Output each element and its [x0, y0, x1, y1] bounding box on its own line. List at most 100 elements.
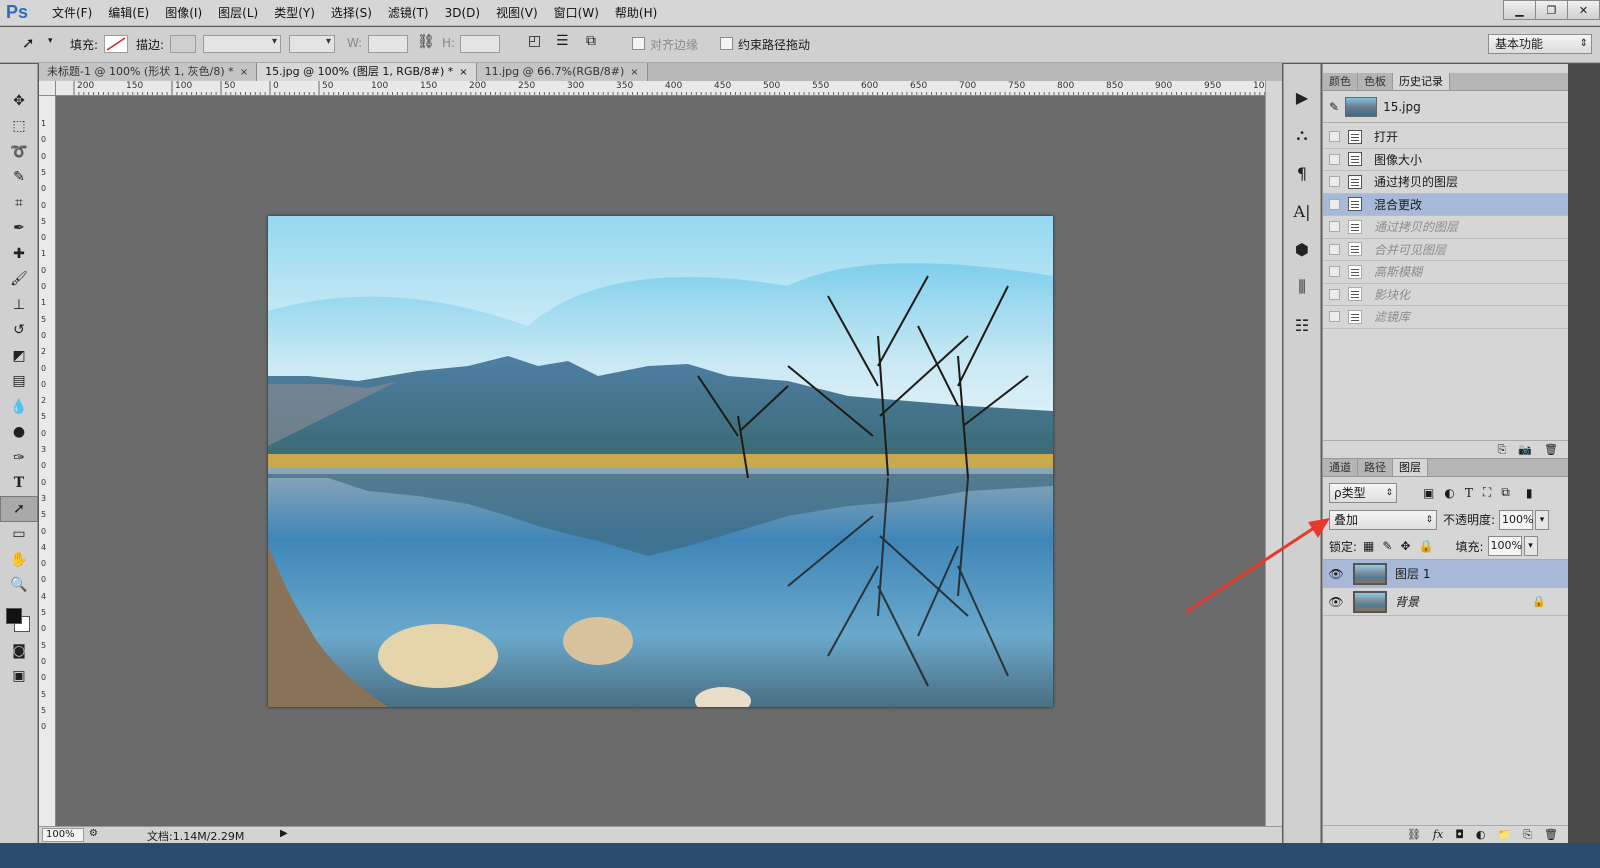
doc-tab-11jpg[interactable]: 11.jpg @ 66.7%(RGB/8#) ×: [476, 63, 648, 81]
lock-image-icon[interactable]: ✎: [1382, 539, 1392, 553]
history-brush-tool-icon[interactable]: ↺: [0, 318, 38, 344]
width-field[interactable]: [368, 35, 408, 53]
new-adjustment-layer-icon[interactable]: ◐: [1476, 828, 1486, 841]
zoom-tool-icon[interactable]: 🔍: [0, 573, 38, 599]
eyedropper-tool-icon[interactable]: ✒: [0, 216, 38, 242]
delete-icon[interactable]: 🗑: [1544, 443, 1558, 456]
height-field[interactable]: [460, 35, 500, 53]
path-selection-icon[interactable]: ➚: [22, 34, 35, 52]
doc-tab-15jpg[interactable]: 15.jpg @ 100% (图层 1, RGB/8#) * ×: [257, 63, 477, 81]
paragraph-panel-icon[interactable]: ¶: [1284, 154, 1320, 192]
ruler-vertical[interactable]: 1 0 0 5 0 0 5 0 1 0 0 1 5 0 2 0 0 2 5 0 3 0 0 3 5 0 4 0 0 4 5 0 5 0 0 5 5 0: [39, 96, 56, 828]
menu-3d[interactable]: 3D(D): [437, 0, 488, 26]
screen-mode-icon[interactable]: ▣: [0, 664, 38, 690]
menu-image[interactable]: 图像(I): [157, 0, 210, 26]
menu-help[interactable]: 帮助(H): [607, 0, 665, 26]
lock-all-icon[interactable]: 🔒: [1419, 539, 1434, 553]
rectangle-tool-icon[interactable]: ▭: [0, 522, 38, 548]
new-group-icon[interactable]: 📁: [1498, 828, 1512, 841]
history-item[interactable]: 图像大小: [1323, 149, 1568, 171]
history-item-undone[interactable]: 合并可见图层: [1323, 239, 1568, 261]
lock-transparent-icon[interactable]: ▦: [1363, 539, 1374, 553]
canvas-area[interactable]: [56, 96, 1265, 826]
stroke-swatch[interactable]: [170, 35, 196, 53]
link-icon[interactable]: ⛓: [417, 34, 435, 50]
close-button[interactable]: ✕: [1567, 0, 1600, 20]
menu-layer[interactable]: 图层(L): [210, 0, 266, 26]
layer-name[interactable]: 图层 1: [1395, 565, 1430, 582]
tab-paths[interactable]: 路径: [1358, 459, 1393, 476]
layer-name[interactable]: 背景: [1395, 593, 1419, 610]
filter-smart-object-icon[interactable]: ⧉: [1501, 485, 1510, 500]
new-layer-icon[interactable]: ⎘: [1523, 828, 1532, 842]
brush-tool-icon[interactable]: 🖌: [0, 267, 38, 293]
filter-shape-icon[interactable]: ⛶: [1483, 485, 1491, 500]
opacity-dropdown-icon[interactable]: ▾: [1535, 509, 1550, 530]
menu-filter[interactable]: 滤镜(T): [380, 0, 437, 26]
history-item[interactable]: 通过拷贝的图层: [1323, 171, 1568, 194]
fill-field[interactable]: 100%: [1487, 536, 1522, 556]
zoom-field[interactable]: 100%: [42, 828, 84, 842]
layer-filter-select[interactable]: ρ类型: [1329, 482, 1397, 503]
document-size-info[interactable]: 文档:1.14M/2.29M: [147, 828, 244, 844]
history-brush-checkbox[interactable]: [1329, 266, 1340, 278]
close-icon[interactable]: ×: [459, 67, 467, 78]
ruler-horizontal[interactable]: 200 150 100 50 0 50 100 150 200 250 300 350 400 450 50…: [56, 81, 1265, 96]
actions-panel-icon[interactable]: ▶: [1284, 78, 1320, 116]
ruler-corner[interactable]: [39, 81, 56, 96]
tool-presets-panel-icon[interactable]: ⛬: [1284, 116, 1320, 154]
filter-pixel-icon[interactable]: ▣: [1423, 486, 1434, 500]
layer-style-fx-icon[interactable]: fx: [1433, 828, 1443, 841]
path-alignment-icon[interactable]: ☰: [556, 33, 569, 49]
adjustments-panel-icon[interactable]: ☷: [1284, 306, 1320, 344]
close-icon[interactable]: ×: [240, 67, 248, 78]
filter-adjustment-icon[interactable]: ◐: [1444, 486, 1454, 500]
menu-edit[interactable]: 编辑(E): [100, 0, 157, 26]
menu-view[interactable]: 视图(V): [488, 0, 546, 26]
history-item[interactable]: 打开: [1323, 126, 1568, 149]
opacity-field[interactable]: 100%: [1499, 509, 1534, 530]
menu-type[interactable]: 类型(Y): [266, 0, 323, 26]
hand-tool-icon[interactable]: ✋: [0, 547, 38, 573]
tab-layers[interactable]: 图层: [1393, 459, 1428, 476]
history-brush-checkbox[interactable]: [1329, 131, 1340, 143]
history-snapshot[interactable]: ✎ 15.jpg: [1323, 91, 1568, 123]
blend-mode-select[interactable]: 叠加: [1329, 509, 1437, 530]
constrain-path-checkbox[interactable]: [720, 37, 733, 50]
stroke-width-field[interactable]: [203, 35, 281, 53]
visibility-eye-icon[interactable]: 👁: [1323, 567, 1349, 581]
add-mask-icon[interactable]: ◘: [1455, 828, 1464, 841]
3d-panel-icon[interactable]: ⬢: [1284, 230, 1320, 268]
crop-tool-icon[interactable]: ⌗: [0, 190, 38, 216]
gradient-tool-icon[interactable]: ▤: [0, 369, 38, 395]
history-brush-checkbox[interactable]: [1329, 243, 1340, 255]
workspace-select[interactable]: 基本功能: [1488, 34, 1592, 54]
doc-tab-untitled[interactable]: 未标题-1 @ 100% (形状 1, 灰色/8) * ×: [39, 63, 258, 81]
layer-item-background[interactable]: 👁 背景 🔒: [1323, 588, 1568, 616]
blur-tool-icon[interactable]: 💧: [0, 394, 38, 420]
new-snapshot-icon[interactable]: 📷: [1518, 443, 1532, 456]
tab-swatches[interactable]: 色板: [1358, 73, 1393, 90]
history-brush-source-icon[interactable]: ✎: [1329, 100, 1339, 114]
quick-mask-icon[interactable]: ◙: [0, 638, 38, 664]
stroke-type-dropdown[interactable]: [289, 35, 335, 53]
move-tool-icon[interactable]: ✥: [0, 88, 38, 114]
history-brush-checkbox[interactable]: [1329, 153, 1340, 165]
history-brush-checkbox[interactable]: [1329, 176, 1340, 188]
fill-dropdown-icon[interactable]: ▾: [1523, 536, 1538, 556]
menu-select[interactable]: 选择(S): [323, 0, 380, 26]
path-selection-tool-icon[interactable]: ➚: [0, 496, 38, 522]
quick-selection-tool-icon[interactable]: ✎: [0, 165, 38, 191]
document-image[interactable]: [268, 216, 1053, 707]
close-icon[interactable]: ×: [630, 67, 638, 78]
history-item-undone[interactable]: 高斯模糊: [1323, 261, 1568, 284]
fill-swatch[interactable]: [104, 35, 128, 53]
delete-layer-icon[interactable]: 🗑: [1544, 828, 1558, 841]
filter-toggle-icon[interactable]: ▮: [1526, 486, 1533, 500]
layer-item-layer1[interactable]: 👁 图层 1: [1323, 560, 1568, 588]
menu-window[interactable]: 窗口(W): [546, 0, 607, 26]
filter-type-icon[interactable]: T: [1465, 486, 1473, 500]
history-brush-checkbox[interactable]: [1329, 311, 1340, 323]
character-panel-icon[interactable]: A|: [1284, 192, 1320, 230]
eraser-tool-icon[interactable]: ◩: [0, 343, 38, 369]
